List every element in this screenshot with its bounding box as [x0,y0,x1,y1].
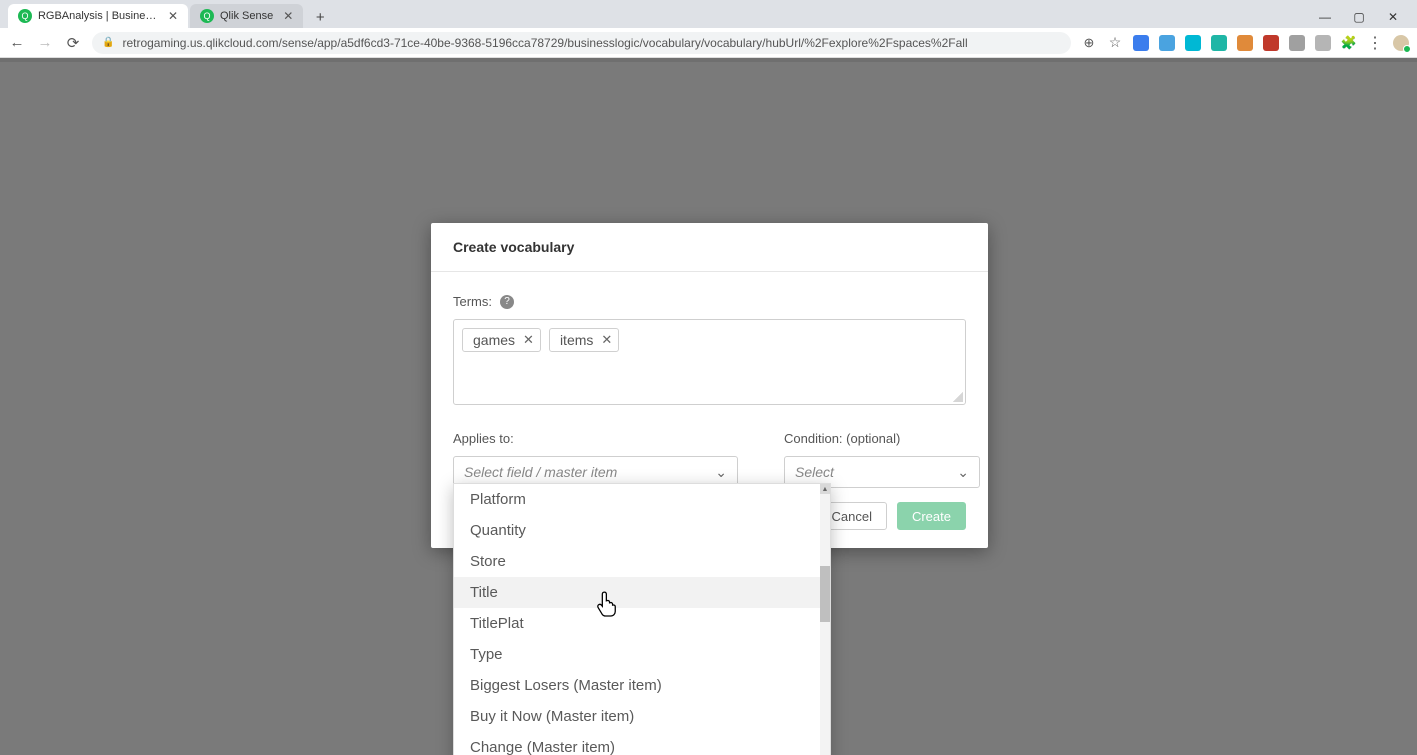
extension-icon[interactable] [1133,35,1149,51]
remove-chip-icon[interactable]: ✕ [523,332,534,348]
chip-label: items [560,332,593,348]
terms-label: Terms: [453,294,492,309]
extension-icon[interactable] [1185,35,1201,51]
dropdown-option[interactable]: Type [454,639,830,670]
window-close-button[interactable]: ✕ [1377,6,1409,28]
lock-icon: 🔒 [102,37,114,48]
url-text: retrogaming.us.qlikcloud.com/sense/app/a… [122,36,967,50]
window-maximize-button[interactable]: ▢ [1343,6,1375,28]
chevron-down-icon: ⌄ [715,464,727,481]
term-chip: items ✕ [549,328,619,352]
back-button[interactable]: ← [8,34,26,52]
close-tab-icon[interactable]: ✕ [168,9,178,23]
forward-button[interactable]: → [36,34,54,52]
create-button[interactable]: Create [897,502,966,530]
tab-title: RGBAnalysis | Business logic | Vo [38,10,158,22]
chip-label: games [473,332,515,348]
dropdown-option[interactable]: Title [454,577,830,608]
condition-label: Condition: (optional) [784,431,980,446]
terms-input[interactable]: games ✕ items ✕ [453,319,966,405]
dropdown-option[interactable]: Quantity [454,515,830,546]
remove-chip-icon[interactable]: ✕ [601,332,612,348]
applies-to-dropdown: PlatformQuantityStoreTitleTitlePlatTypeB… [453,483,831,755]
chevron-down-icon: ⌄ [957,464,969,481]
select-placeholder: Select field / master item [464,464,617,480]
resize-handle-icon[interactable] [953,392,963,402]
bookmark-star-icon[interactable]: ☆ [1107,35,1123,51]
browser-tab[interactable]: Q Qlik Sense ✕ [190,4,303,28]
dropdown-option[interactable]: Change (Master item) [454,732,830,755]
select-placeholder: Select [795,464,834,480]
window-minimize-button[interactable]: — [1309,6,1341,28]
scrollbar-thumb[interactable] [820,566,830,622]
tab-title: Qlik Sense [220,10,273,22]
zoom-icon[interactable]: ⊕ [1081,35,1097,51]
qlik-favicon-icon: Q [18,9,32,23]
extension-icon[interactable] [1237,35,1253,51]
extension-icon[interactable] [1211,35,1227,51]
help-icon[interactable]: ? [500,295,514,309]
browser-tab-strip: Q RGBAnalysis | Business logic | Vo ✕ Q … [0,0,1417,28]
dropdown-option[interactable]: Platform [454,484,830,515]
toolbar-extensions: ⊕ ☆ 🧩 ⋮ [1081,35,1409,51]
dropdown-option[interactable]: TitlePlat [454,608,830,639]
applies-to-label: Applies to: [453,431,738,446]
chrome-menu-icon[interactable]: ⋮ [1367,35,1383,51]
new-tab-button[interactable]: + [309,6,331,28]
browser-toolbar: ← → ⟳ 🔒 retrogaming.us.qlikcloud.com/sen… [0,28,1417,58]
dropdown-option[interactable]: Store [454,546,830,577]
extension-icon[interactable] [1263,35,1279,51]
dropdown-option[interactable]: Buy it Now (Master item) [454,701,830,732]
extensions-puzzle-icon[interactable]: 🧩 [1341,35,1357,51]
dropdown-scrollbar[interactable]: ▲ [820,484,830,755]
dialog-title: Create vocabulary [431,223,988,272]
profile-avatar-icon[interactable] [1393,35,1409,51]
close-tab-icon[interactable]: ✕ [283,9,293,23]
dropdown-option[interactable]: Biggest Losers (Master item) [454,670,830,701]
page-viewport: Create vocabulary Terms: ? games ✕ items… [0,58,1417,755]
extension-icon[interactable] [1159,35,1175,51]
address-bar[interactable]: 🔒 retrogaming.us.qlikcloud.com/sense/app… [92,32,1071,54]
reload-button[interactable]: ⟳ [64,34,82,52]
extension-icon[interactable] [1315,35,1331,51]
extension-icon[interactable] [1289,35,1305,51]
term-chip: games ✕ [462,328,541,352]
browser-tab-active[interactable]: Q RGBAnalysis | Business logic | Vo ✕ [8,4,188,28]
scroll-up-arrow-icon[interactable]: ▲ [820,484,830,494]
qlik-favicon-icon: Q [200,9,214,23]
